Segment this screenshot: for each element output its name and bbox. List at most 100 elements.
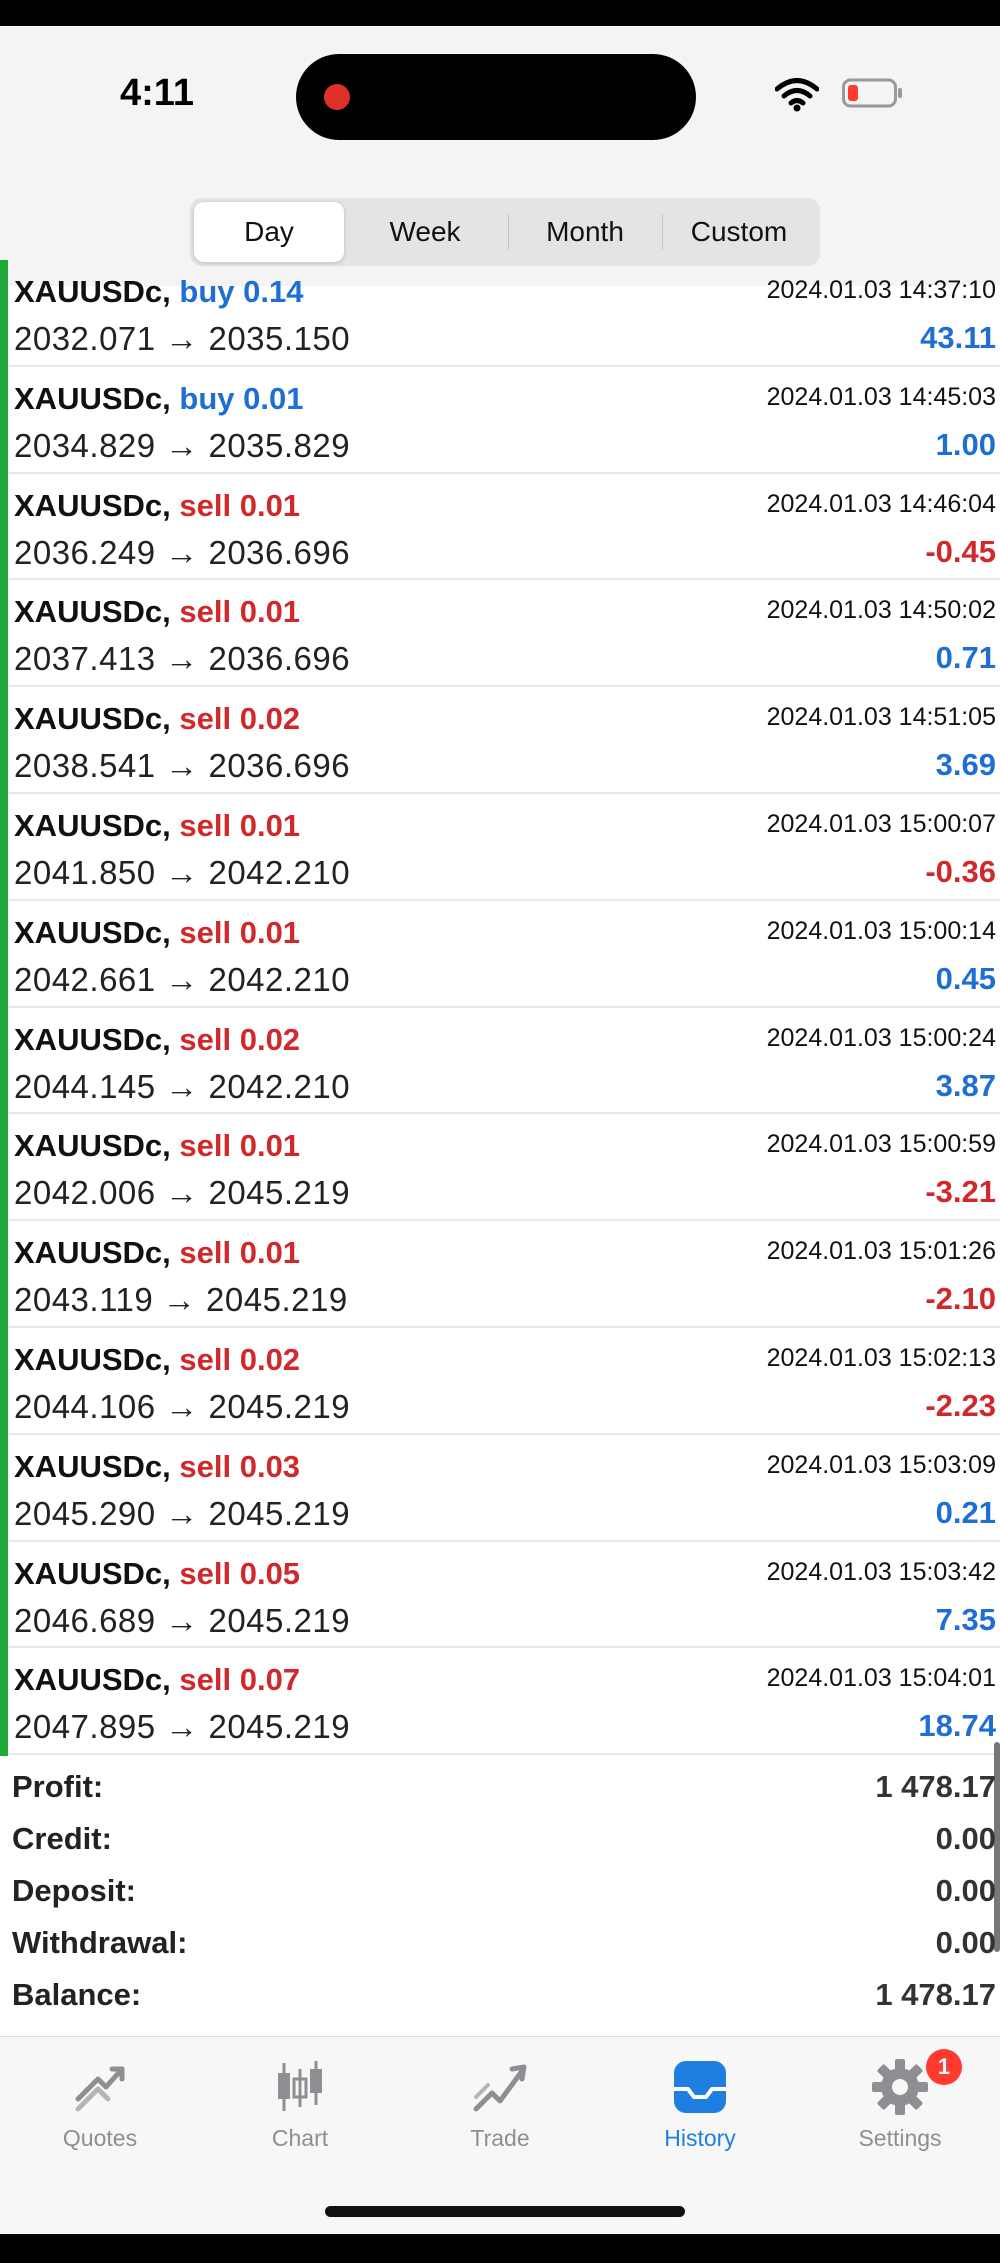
- status-bar: 4:11: [0, 26, 1000, 176]
- deal-row[interactable]: XAUUSDc, sell 0.07 2024.01.03 15:04:01 204…: [8, 1648, 1000, 1756]
- history-summary: Profit: 1 478.17 Credit: 0.00 Deposit: 0.00 Wi…: [0, 1759, 1000, 2059]
- tab-quotes[interactable]: Quotes: [0, 2055, 200, 2165]
- deal-symbol-line: XAUUSDc, sell 0.01: [14, 808, 300, 844]
- deal-datetime: 2024.01.03 15:03:42: [766, 1557, 996, 1586]
- deal-row[interactable]: XAUUSDc, sell 0.01 2024.01.03 15:00:59 204…: [8, 1114, 1000, 1222]
- deal-datetime: 2024.01.03 15:02:13: [766, 1343, 996, 1372]
- status-time: 4:11: [120, 72, 194, 114]
- summary-value: 0.00: [935, 1925, 996, 1960]
- deal-datetime: 2024.01.03 15:00:24: [766, 1023, 996, 1052]
- tab-trade-label: Trade: [470, 2125, 530, 2151]
- deal-prices: 2038.541 → 2036.696: [14, 747, 351, 785]
- deal-profit: 0.71: [935, 640, 996, 676]
- deal-side-volume: sell 0.02: [179, 1341, 301, 1377]
- home-indicator[interactable]: [325, 2206, 685, 2217]
- deal-row[interactable]: XAUUSDc, sell 0.05 2024.01.03 15:03:42 204…: [8, 1542, 1000, 1649]
- deal-symbol: XAUUSDc,: [14, 807, 171, 843]
- deal-prices: 2046.689 → 2045.219: [14, 1601, 351, 1639]
- deal-side-volume: sell 0.01: [179, 807, 301, 843]
- deal-symbol-line: XAUUSDc, sell 0.03: [14, 1449, 300, 1485]
- tab-custom[interactable]: Custom: [664, 202, 814, 262]
- summary-row: Profit: 1 478.17: [0, 1759, 1000, 1811]
- tab-settings[interactable]: 1 Settings: [800, 2049, 1000, 2165]
- recording-indicator-icon: [324, 84, 350, 110]
- deal-row[interactable]: XAUUSDc, sell 0.01 2024.01.03 14:46:04 203…: [8, 474, 1000, 581]
- deal-symbol: XAUUSDc,: [14, 1448, 171, 1484]
- deal-symbol-line: XAUUSDc, sell 0.01: [14, 915, 300, 951]
- deal-symbol: XAUUSDc,: [14, 1341, 171, 1377]
- deal-row[interactable]: XAUUSDc, sell 0.01 2024.01.03 14:50:02 203…: [8, 580, 1000, 688]
- deal-symbol-line: XAUUSDc, buy 0.01: [14, 381, 303, 417]
- deal-profit: 7.35: [935, 1601, 996, 1637]
- deal-symbol-line: XAUUSDc, sell 0.02: [14, 701, 300, 737]
- summary-value: 0.00: [935, 1873, 996, 1908]
- settings-icon: [872, 2059, 928, 2115]
- deal-symbol-line: XAUUSDc, sell 0.05: [14, 1556, 300, 1592]
- deal-side-volume: sell 0.02: [179, 701, 301, 737]
- tab-chart[interactable]: Chart: [200, 2055, 400, 2165]
- deal-symbol: XAUUSDc,: [14, 914, 171, 950]
- wifi-icon: [775, 78, 819, 112]
- tab-day[interactable]: Day: [194, 202, 344, 262]
- deal-prices: 2032.071 → 2035.150: [14, 320, 351, 357]
- deal-datetime: 2024.01.03 14:37:10: [766, 276, 996, 304]
- tab-month[interactable]: Month: [510, 202, 660, 262]
- deal-datetime: 2024.01.03 15:00:59: [766, 1130, 996, 1159]
- deal-side-volume: buy 0.14: [179, 274, 304, 309]
- summary-label: Balance:: [12, 1977, 142, 2012]
- deals-list: XAUUSDc, buy 0.14 2024.01.03 14:37:10 2032…: [0, 260, 1000, 1756]
- tab-history[interactable]: History: [600, 2055, 800, 2165]
- summary-value: 1 478.17: [875, 1977, 996, 2012]
- deal-symbol: XAUUSDc,: [14, 1021, 171, 1057]
- deal-symbol: XAUUSDc,: [14, 1555, 171, 1591]
- summary-label: Profit:: [12, 1769, 104, 1804]
- summary-row: Withdrawal: 0.00: [0, 1915, 1000, 1967]
- quotes-icon: [75, 2066, 125, 2112]
- deal-profit: 43.11: [920, 320, 996, 355]
- chart-icon: [278, 2061, 322, 2111]
- deal-row[interactable]: XAUUSDc, sell 0.02 2024.01.03 14:51:05 203…: [8, 687, 1000, 794]
- deal-symbol: XAUUSDc,: [14, 594, 171, 630]
- deal-side-volume: buy 0.01: [179, 380, 304, 416]
- deal-side-volume: sell 0.02: [179, 1021, 301, 1057]
- deal-prices: 2044.145 → 2042.210: [14, 1067, 351, 1105]
- deal-symbol: XAUUSDc,: [14, 701, 171, 737]
- dynamic-island: [296, 54, 696, 140]
- deal-datetime: 2024.01.03 15:04:01: [766, 1664, 996, 1693]
- deal-row[interactable]: XAUUSDc, sell 0.03 2024.01.03 15:03:09 204…: [8, 1435, 1000, 1542]
- deal-profit: 1.00: [935, 426, 996, 462]
- deal-prices: 2037.413 → 2036.696: [14, 640, 351, 678]
- tab-trade[interactable]: Trade: [400, 2055, 600, 2165]
- deal-row[interactable]: XAUUSDc, sell 0.02 2024.01.03 15:02:13 204…: [8, 1328, 1000, 1435]
- deal-datetime: 2024.01.03 15:00:07: [766, 809, 996, 838]
- deal-row[interactable]: XAUUSDc, sell 0.01 2024.01.03 15:01:26 204…: [8, 1221, 1000, 1328]
- deal-row[interactable]: XAUUSDc, sell 0.02 2024.01.03 15:00:24 204…: [8, 1008, 1000, 1115]
- summary-value: 0.00: [935, 1821, 996, 1856]
- segment-divider: [508, 214, 509, 250]
- deal-prices: 2034.829 → 2035.829: [14, 426, 351, 464]
- deal-datetime: 2024.01.03 15:00:14: [766, 916, 996, 945]
- deal-prices: 2036.249 → 2036.696: [14, 533, 351, 571]
- deal-row[interactable]: XAUUSDc, buy 0.14 2024.01.03 14:37:10 2032…: [8, 260, 1000, 367]
- deal-symbol: XAUUSDc,: [14, 380, 171, 416]
- tab-quotes-label: Quotes: [62, 2125, 138, 2151]
- deal-symbol: XAUUSDc,: [14, 1128, 171, 1164]
- tab-chart-label: Chart: [271, 2125, 329, 2151]
- deal-side-volume: sell 0.01: [179, 594, 301, 630]
- deal-prices: 2042.661 → 2042.210: [14, 960, 351, 998]
- deal-symbol-line: XAUUSDc, sell 0.01: [14, 488, 300, 524]
- trade-icon: [473, 2064, 527, 2112]
- period-segmented-control: Day Week Month Custom: [190, 198, 820, 266]
- deal-row[interactable]: XAUUSDc, sell 0.01 2024.01.03 15:00:14 204…: [8, 901, 1000, 1008]
- deal-profit: 0.45: [935, 960, 996, 996]
- deal-row[interactable]: XAUUSDc, sell 0.01 2024.01.03 15:00:07 204…: [8, 794, 1000, 901]
- summary-label: Deposit:: [12, 1873, 136, 1908]
- app-screen: 4:11 Day Week Month Custom XAUUSDc, buy …: [0, 26, 1000, 2234]
- segment-divider: [662, 214, 663, 250]
- deal-profit: -2.10: [925, 1281, 996, 1317]
- deal-prices: 2047.895 → 2045.219: [14, 1708, 351, 1746]
- tab-week[interactable]: Week: [350, 202, 500, 262]
- deal-row[interactable]: XAUUSDc, buy 0.01 2024.01.03 14:45:03 2034…: [8, 367, 1000, 474]
- history-icon: [674, 2061, 726, 2113]
- deal-datetime: 2024.01.03 15:01:26: [766, 1237, 996, 1266]
